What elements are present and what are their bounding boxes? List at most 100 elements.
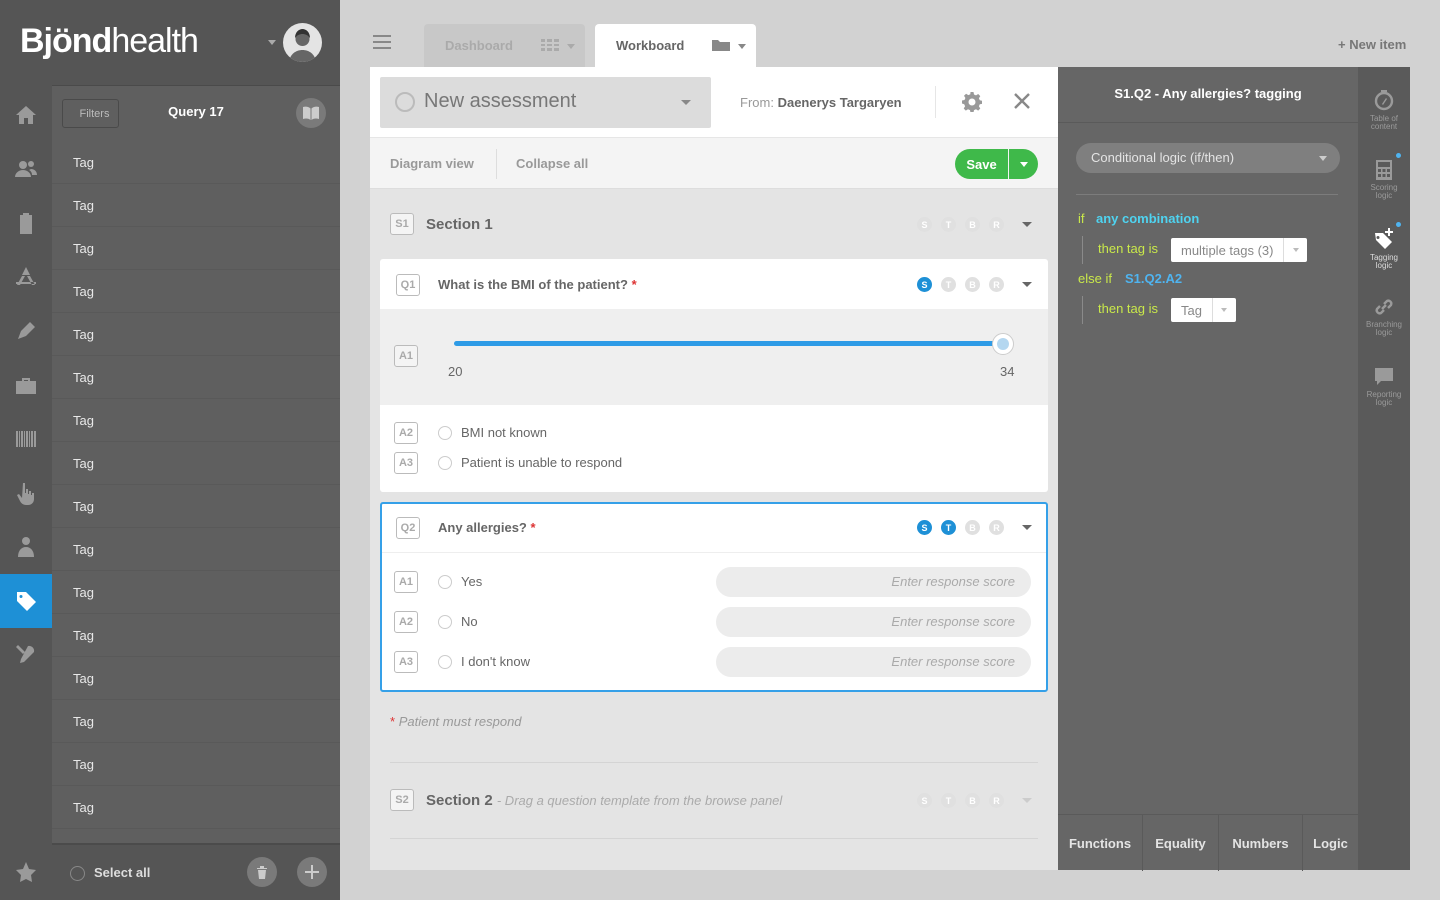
person-icon[interactable] xyxy=(0,520,52,574)
home-icon[interactable] xyxy=(0,88,52,142)
answer-label[interactable]: Yes xyxy=(461,574,482,589)
chevron-down-icon[interactable] xyxy=(1022,525,1032,530)
barcode-icon[interactable] xyxy=(0,412,52,466)
close-icon[interactable] xyxy=(1013,90,1031,116)
answer-label[interactable]: BMI not known xyxy=(461,425,547,440)
avatar[interactable] xyxy=(283,23,322,62)
list-item[interactable]: Tag xyxy=(52,442,340,485)
flag-t[interactable]: T xyxy=(941,217,956,232)
list-item[interactable]: Tag xyxy=(52,313,340,356)
answer-radio[interactable] xyxy=(438,426,452,440)
response-score-input[interactable]: Enter response score xyxy=(716,607,1031,637)
chevron-down-icon[interactable] xyxy=(681,100,691,105)
select-all-radio[interactable] xyxy=(70,866,85,881)
side-item-scoring-logic[interactable]: Scoring logic xyxy=(1358,160,1410,200)
tab-functions[interactable]: Functions xyxy=(1058,815,1143,871)
filters-button[interactable]: Filters xyxy=(62,99,119,128)
chevron-down-icon[interactable] xyxy=(1022,798,1032,803)
list-item[interactable]: Tag xyxy=(52,614,340,657)
list-item[interactable]: Tag xyxy=(52,227,340,270)
side-item-table-of-content[interactable]: Table of content xyxy=(1358,89,1410,131)
profile-caret-icon[interactable] xyxy=(268,40,276,45)
list-item[interactable]: Tag xyxy=(52,270,340,313)
chevron-down-icon[interactable] xyxy=(1283,238,1307,262)
else-if-condition[interactable]: S1.Q2.A2 xyxy=(1125,271,1182,286)
flag-r[interactable]: R xyxy=(989,217,1004,232)
save-dropdown-button[interactable] xyxy=(1009,149,1038,179)
list-item[interactable]: Tag xyxy=(52,356,340,399)
list-item[interactable]: Tag xyxy=(52,700,340,743)
list-item[interactable]: Tag xyxy=(52,399,340,442)
chevron-down-icon[interactable] xyxy=(1022,282,1032,287)
slider-handle[interactable] xyxy=(992,333,1014,355)
tab-dashboard[interactable]: Dashboard xyxy=(424,24,585,67)
touch-icon[interactable] xyxy=(0,466,52,520)
flag-s[interactable]: S xyxy=(917,520,932,535)
list-item[interactable]: Tag xyxy=(52,571,340,614)
flag-t[interactable]: T xyxy=(941,277,956,292)
answer-label[interactable]: Patient is unable to respond xyxy=(461,455,622,470)
star-icon[interactable] xyxy=(0,845,52,899)
hamburger-menu-icon[interactable] xyxy=(372,33,392,51)
list-item[interactable]: Tag xyxy=(52,141,340,184)
new-item-button[interactable]: + New item xyxy=(1338,37,1406,52)
list-item[interactable]: Tag xyxy=(52,485,340,528)
briefcase-icon[interactable] xyxy=(0,358,52,412)
book-icon[interactable] xyxy=(296,98,326,128)
flag-b[interactable]: B xyxy=(965,217,980,232)
tab-caret-icon[interactable] xyxy=(567,44,575,49)
chevron-down-icon[interactable] xyxy=(1022,222,1032,227)
tab-caret-icon[interactable] xyxy=(738,44,746,49)
flag-s[interactable]: S xyxy=(917,793,932,808)
flag-t[interactable]: T xyxy=(941,793,956,808)
flag-r[interactable]: R xyxy=(989,277,1004,292)
answer-label[interactable]: I don't know xyxy=(461,654,530,669)
answer-label[interactable]: No xyxy=(461,614,478,629)
bmi-slider[interactable] xyxy=(454,341,1003,346)
diagram-view-button[interactable]: Diagram view xyxy=(390,156,474,171)
tab-workboard[interactable]: Workboard xyxy=(595,24,756,67)
side-item-branching-logic[interactable]: Branching logic xyxy=(1358,297,1410,337)
save-button[interactable]: Save xyxy=(955,149,1008,179)
users-icon[interactable] xyxy=(0,142,52,196)
trash-icon[interactable] xyxy=(247,857,277,887)
gear-icon[interactable] xyxy=(962,92,983,115)
if-condition[interactable]: any combination xyxy=(1096,211,1199,226)
pen-icon[interactable] xyxy=(0,304,52,358)
apps-icon[interactable] xyxy=(0,250,52,304)
tag-select-1[interactable]: multiple tags (3) xyxy=(1171,238,1308,262)
answer-radio[interactable] xyxy=(438,615,452,629)
response-score-input[interactable]: Enter response score xyxy=(716,567,1031,597)
list-item[interactable]: Tag xyxy=(52,657,340,700)
flag-t[interactable]: T xyxy=(941,520,956,535)
flag-b[interactable]: B xyxy=(965,793,980,808)
answer-radio[interactable] xyxy=(438,575,452,589)
flag-b[interactable]: B xyxy=(965,520,980,535)
side-item-tagging-logic[interactable]: Tagging logic xyxy=(1358,228,1410,270)
tab-numbers[interactable]: Numbers xyxy=(1219,815,1303,871)
answer-radio[interactable] xyxy=(438,456,452,470)
list-item[interactable]: Tag xyxy=(52,528,340,571)
flag-b[interactable]: B xyxy=(965,277,980,292)
list-item[interactable]: Tag xyxy=(52,786,340,829)
flag-s[interactable]: S xyxy=(917,217,932,232)
logic-type-select[interactable]: Conditional logic (if/then) xyxy=(1076,143,1340,173)
collapse-all-button[interactable]: Collapse all xyxy=(516,156,588,171)
tab-logic[interactable]: Logic xyxy=(1303,815,1358,871)
side-item-reporting-logic[interactable]: Reporting logic xyxy=(1358,367,1410,407)
flag-s[interactable]: S xyxy=(917,277,932,292)
list-item[interactable]: Tag xyxy=(52,184,340,227)
list-item[interactable]: Tag xyxy=(52,743,340,786)
add-icon[interactable] xyxy=(297,857,327,887)
tools-icon[interactable] xyxy=(0,628,52,682)
tag-icon[interactable] xyxy=(0,574,52,628)
clipboard-icon[interactable] xyxy=(0,196,52,250)
flag-r[interactable]: R xyxy=(989,793,1004,808)
tab-equality[interactable]: Equality xyxy=(1143,815,1219,871)
chevron-down-icon[interactable] xyxy=(1211,298,1236,322)
brand-logo[interactable]: Bjöndhealth xyxy=(20,22,199,61)
chevron-down-icon[interactable] xyxy=(1319,156,1327,161)
flag-r[interactable]: R xyxy=(989,520,1004,535)
select-all-label[interactable]: Select all xyxy=(94,865,150,880)
answer-radio[interactable] xyxy=(438,655,452,669)
